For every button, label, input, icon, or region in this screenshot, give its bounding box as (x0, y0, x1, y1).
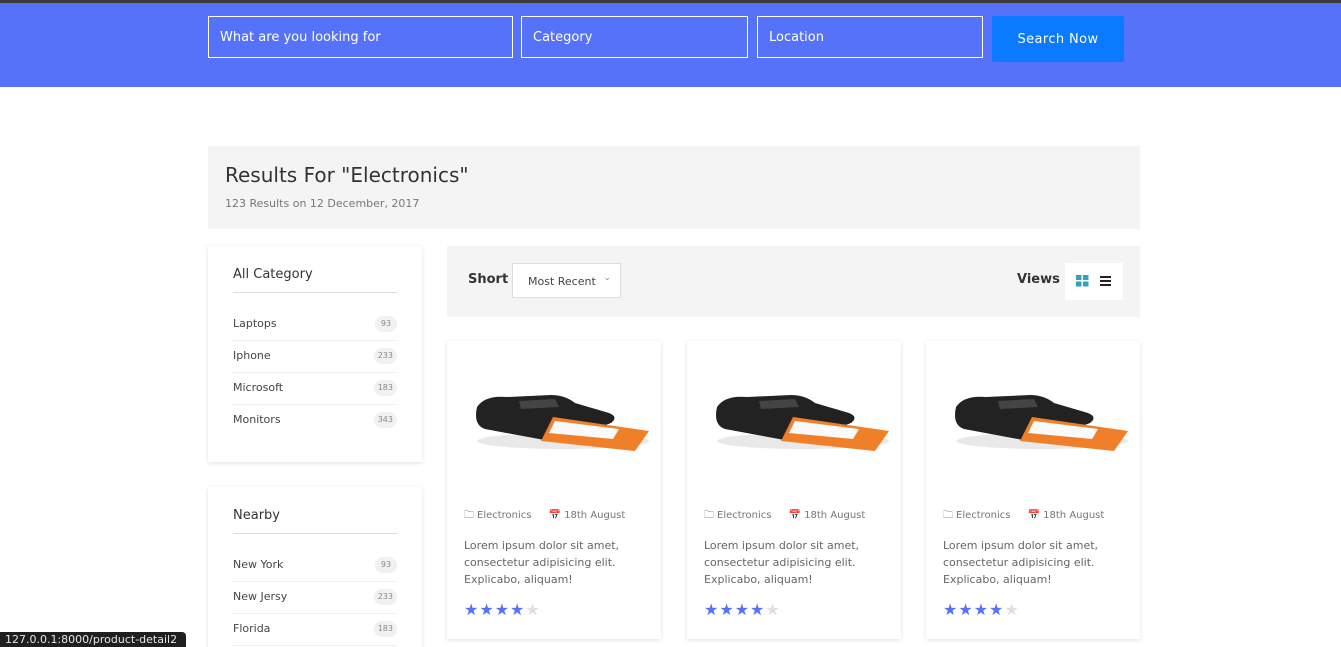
results-header: Results For "Electronics" 123 Results on… (208, 146, 1140, 229)
sort-select-value: Most Recent (528, 275, 596, 288)
nearby-item-new-jersy[interactable]: New Jersy 233 (233, 582, 397, 614)
nearby-widget: Nearby New York 93 New Jersy 233 Florida… (208, 487, 422, 647)
divider (233, 533, 397, 534)
rating-stars: ★★★★★ (704, 600, 781, 619)
product-description: Lorem ipsum dolor sit amet, consectetur … (464, 539, 620, 586)
count-badge: 233 (373, 589, 397, 605)
product-meta: 🗀 Electronics 📅 18th August (704, 508, 865, 525)
folder-icon: 🗀 (704, 510, 714, 521)
count-badge: 93 (375, 316, 397, 332)
nearby-item-label: Florida (233, 622, 271, 635)
star-filled-icon: ★ (958, 600, 974, 619)
results-subtitle: 123 Results on 12 December, 2017 (225, 197, 420, 210)
list-view-icon[interactable] (1100, 276, 1111, 286)
product-description: Lorem ipsum dolor sit amet, consectetur … (704, 539, 860, 586)
product-category[interactable]: Electronics (477, 510, 532, 521)
divider (233, 292, 397, 293)
product-card[interactable]: 🗀 Electronics 📅 18th August Lorem ipsum do… (447, 341, 661, 639)
star-filled-icon: ★ (479, 600, 495, 619)
sort-select[interactable]: Most Recent ⌄ (512, 263, 621, 298)
count-badge: 183 (373, 380, 397, 396)
views-label: Views (1017, 272, 1060, 287)
count-badge: 183 (373, 621, 397, 637)
count-badge: 233 (373, 348, 397, 364)
rating-stars: ★★★★★ (943, 600, 1020, 619)
search-band: Search Now (0, 3, 1341, 87)
category-item-laptops[interactable]: Laptops 93 (233, 309, 397, 341)
star-filled-icon: ★ (704, 600, 720, 619)
category-item-monitors[interactable]: Monitors 343 (233, 405, 397, 437)
sort-toolbar: Short Most Recent ⌄ Views (447, 246, 1140, 317)
category-search-input[interactable] (521, 16, 748, 58)
calendar-icon: 📅 (1027, 510, 1041, 521)
sort-label: Short (468, 272, 509, 287)
nearby-item-label: New York (233, 558, 284, 571)
calendar-icon: 📅 (548, 510, 562, 521)
calendar-icon: 📅 (788, 510, 802, 521)
star-filled-icon: ★ (734, 600, 751, 619)
star-filled-icon: ★ (464, 600, 480, 619)
status-bar-url: 127.0.0.1:8000/product-detail2 (0, 632, 187, 647)
folder-icon: 🗀 (943, 510, 953, 521)
nearby-heading: Nearby (233, 508, 280, 523)
star-empty-icon: ★ (1004, 600, 1020, 619)
nearby-item-florida[interactable]: Florida 183 (233, 614, 397, 646)
category-item-label: Iphone (233, 349, 271, 362)
location-search-input[interactable] (757, 16, 983, 58)
folder-icon: 🗀 (464, 510, 474, 521)
product-meta: 🗀 Electronics 📅 18th August (464, 508, 625, 525)
star-empty-icon: ★ (525, 600, 541, 619)
count-badge: 343 (373, 412, 397, 428)
nearby-item-label: New Jersy (233, 590, 288, 603)
product-category[interactable]: Electronics (956, 510, 1011, 521)
category-item-iphone[interactable]: Iphone 233 (233, 341, 397, 373)
star-empty-icon: ★ (765, 600, 781, 619)
view-toggle (1065, 263, 1123, 300)
product-image[interactable] (938, 359, 1132, 469)
rating-stars: ★★★★★ (464, 600, 541, 619)
product-date: 18th August (804, 510, 866, 521)
category-item-label: Laptops (233, 317, 277, 330)
grid-view-icon[interactable] (1076, 275, 1089, 287)
product-meta: 🗀 Electronics 📅 18th August (943, 508, 1104, 525)
product-card[interactable]: 🗀 Electronics 📅 18th August Lorem ipsum do… (926, 341, 1140, 639)
star-filled-icon: ★ (973, 600, 990, 619)
star-filled-icon: ★ (719, 600, 735, 619)
category-heading: All Category (233, 267, 313, 282)
star-filled-icon: ★ (989, 600, 1005, 619)
product-category[interactable]: Electronics (717, 510, 772, 521)
chevron-down-icon: ⌄ (603, 273, 611, 283)
product-date: 18th August (564, 510, 626, 521)
category-item-microsoft[interactable]: Microsoft 183 (233, 373, 397, 405)
category-item-label: Monitors (233, 413, 281, 426)
star-filled-icon: ★ (943, 600, 959, 619)
product-description: Lorem ipsum dolor sit amet, consectetur … (943, 539, 1099, 586)
nearby-item-new-york[interactable]: New York 93 (233, 550, 397, 582)
count-badge: 93 (375, 557, 397, 573)
star-filled-icon: ★ (750, 600, 766, 619)
product-date: 18th August (1043, 510, 1105, 521)
search-now-button[interactable]: Search Now (992, 16, 1124, 62)
page-title: Results For "Electronics" (225, 163, 469, 187)
category-widget: All Category Laptops 93 Iphone 233 Micro… (208, 246, 422, 462)
keyword-search-input[interactable] (208, 16, 513, 58)
product-card[interactable]: 🗀 Electronics 📅 18th August Lorem ipsum do… (687, 341, 901, 639)
category-item-label: Microsoft (233, 381, 284, 394)
product-image[interactable] (699, 359, 893, 469)
product-image[interactable] (459, 359, 653, 469)
star-filled-icon: ★ (494, 600, 511, 619)
star-filled-icon: ★ (510, 600, 526, 619)
